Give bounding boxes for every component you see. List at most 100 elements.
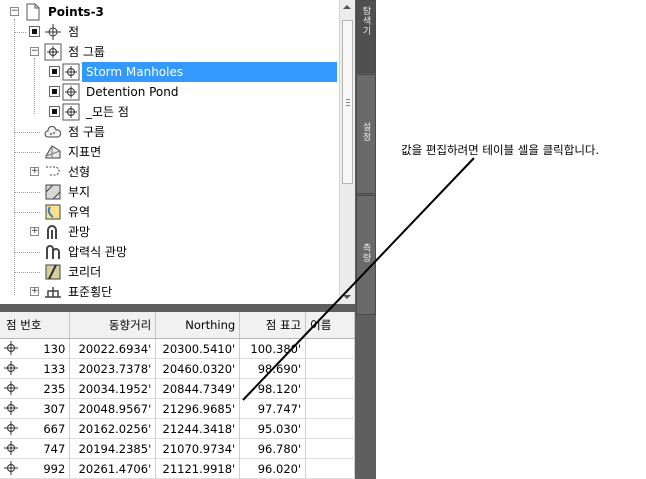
callout-text: 값을 편집하려면 테이블 셀을 클릭합니다. (401, 143, 600, 157)
grip-icon (346, 105, 350, 106)
tree-scrollbar[interactable] (339, 0, 355, 304)
table-cell-easting[interactable]: 20162.0256' (69, 418, 157, 439)
tree-item-label: Detention Pond (86, 85, 179, 99)
table-row[interactable]: 235 20034.1952' 20844.7349' 98.120' (0, 378, 355, 399)
table-cell-easting[interactable]: 20261.4706' (69, 458, 157, 479)
table-cell-number[interactable]: 747 (0, 438, 71, 459)
table-cell-easting[interactable]: 20034.1952' (69, 378, 157, 399)
table-cell-number[interactable]: 667 (0, 418, 71, 439)
expand-icon[interactable]: + (30, 167, 39, 176)
table-row[interactable]: 133 20023.7378' 20460.0320' 98.690' (0, 358, 355, 379)
column-header-point-number[interactable]: 점 번호 (0, 312, 71, 339)
table-cell-easting[interactable]: 20022.6934' (69, 338, 157, 359)
table-cell-number[interactable]: 992 (0, 458, 71, 479)
table-cell-name[interactable] (305, 418, 355, 439)
cell-value: 98.120' (257, 381, 302, 396)
point-table: 점 번호 동향거리 Northing 점 표고 이름 130 20022.6934… (0, 312, 355, 479)
tree-item-pipe-networks[interactable]: + 관망 (0, 222, 339, 242)
table-cell-name[interactable] (305, 338, 355, 359)
table-cell-number[interactable]: 307 (0, 398, 71, 419)
table-row[interactable]: 307 20048.9567' 21296.9685' 97.747' (0, 398, 355, 419)
tree-item-label: 코리더 (68, 265, 102, 279)
table-cell-elevation[interactable]: 97.747' (239, 398, 307, 419)
column-header-elevation[interactable]: 점 표고 (239, 312, 307, 339)
table-cell-elevation[interactable]: 98.690' (239, 358, 307, 379)
table-cell-northing[interactable]: 21244.3418' (155, 418, 241, 439)
cell-value: 130 (43, 341, 66, 356)
tree-item-assemblies[interactable]: + 표준횡단 (0, 282, 339, 302)
tree-item-points-3[interactable]: − Points-3 (0, 2, 339, 22)
table-cell-northing[interactable]: 21121.9918' (155, 458, 241, 479)
table-row[interactable]: 992 20261.4706' 21121.9918' 96.020' (0, 458, 355, 479)
tree-item-alignments[interactable]: + 선형 (0, 162, 339, 182)
table-row[interactable]: 667 20162.0256' 21244.3418' 95.030' (0, 418, 355, 439)
tree-item-point-groups[interactable]: − 점 그룹 (0, 42, 339, 62)
table-row[interactable]: 130 20022.6934' 20300.5410' 100.380' (0, 338, 355, 359)
tree-item-detention-pond[interactable]: Detention Pond (0, 82, 339, 102)
table-cell-number[interactable]: 130 (0, 338, 71, 359)
pressure-network-icon (46, 245, 60, 259)
tab-prospector[interactable]: 탐색기 (356, 0, 376, 73)
cell-value: 20844.7349' (162, 381, 236, 396)
scroll-down-icon[interactable] (343, 295, 351, 299)
table-cell-name[interactable] (305, 398, 355, 419)
tree-item-label: Points-3 (48, 5, 104, 19)
column-header-name[interactable]: 이름 (305, 312, 355, 339)
cell-value: 21244.3418' (162, 421, 236, 436)
tree-item-label: 선형 (68, 165, 91, 179)
tree-item-label: 부지 (68, 185, 91, 199)
tree-item-all-points[interactable]: _모든 점 (0, 102, 339, 122)
expand-icon[interactable]: + (30, 227, 39, 236)
table-cell-name[interactable] (305, 378, 355, 399)
column-header-northing[interactable]: Northing (155, 312, 241, 339)
tree-item-storm-manholes[interactable]: Storm Manholes (0, 62, 339, 82)
cell-value: 20300.5410' (162, 341, 236, 356)
tab-survey[interactable]: 측량 (356, 195, 376, 315)
tree-item-catchments[interactable]: 유역 (0, 202, 339, 222)
expand-icon[interactable]: + (30, 287, 39, 296)
table-cell-number[interactable]: 133 (0, 358, 71, 379)
tree-item-sites[interactable]: 부지 (0, 182, 339, 202)
scroll-up-icon[interactable] (343, 5, 351, 9)
cell-value: 20023.7378' (78, 361, 152, 376)
collapse-icon[interactable]: − (30, 47, 39, 56)
table-cell-elevation[interactable]: 96.780' (239, 438, 307, 459)
table-cell-name[interactable] (305, 458, 355, 479)
tree-item-surfaces[interactable]: 지표면 (0, 142, 339, 162)
scrollbar-thumb[interactable] (342, 20, 353, 184)
table-cell-northing[interactable]: 20300.5410' (155, 338, 241, 359)
table-cell-number[interactable]: 235 (0, 378, 71, 399)
site-icon (45, 184, 61, 200)
tree-item-label: 표준횡단 (68, 285, 113, 299)
point-icon (4, 441, 18, 455)
table-row[interactable]: 747 20194.2385' 21070.9734' 96.780' (0, 438, 355, 459)
tree-item-point-clouds[interactable]: 점 구름 (0, 122, 339, 142)
table-cell-name[interactable] (305, 358, 355, 379)
column-header-easting[interactable]: 동향거리 (69, 312, 157, 339)
cell-value: 20022.6934' (78, 341, 152, 356)
grip-icon (346, 102, 350, 103)
tree-item-corridors[interactable]: 코리더 (0, 262, 339, 282)
cell-value: 235 (43, 381, 66, 396)
table-cell-elevation[interactable]: 98.120' (239, 378, 307, 399)
cloud-icon (44, 126, 62, 138)
table-cell-northing[interactable]: 21296.9685' (155, 398, 241, 419)
point-icon (4, 361, 18, 375)
table-cell-northing[interactable]: 20844.7349' (155, 378, 241, 399)
collapse-icon[interactable]: − (10, 7, 19, 16)
cell-value: 21070.9734' (162, 441, 236, 456)
table-cell-elevation[interactable]: 100.380' (239, 338, 307, 359)
tree-item-points[interactable]: 점 (0, 22, 339, 42)
table-cell-easting[interactable]: 20194.2385' (69, 438, 157, 459)
table-cell-name[interactable] (305, 438, 355, 459)
table-cell-elevation[interactable]: 95.030' (239, 418, 307, 439)
table-cell-elevation[interactable]: 96.020' (239, 458, 307, 479)
cell-value: 747 (43, 441, 66, 456)
tab-settings[interactable]: 설정 (356, 74, 376, 194)
table-cell-easting[interactable]: 20023.7378' (69, 358, 157, 379)
table-cell-northing[interactable]: 21070.9734' (155, 438, 241, 459)
cell-value: 21296.9685' (162, 401, 236, 416)
tree-item-pressure-networks[interactable]: 압력식 관망 (0, 242, 339, 262)
table-cell-easting[interactable]: 20048.9567' (69, 398, 157, 419)
table-cell-northing[interactable]: 20460.0320' (155, 358, 241, 379)
